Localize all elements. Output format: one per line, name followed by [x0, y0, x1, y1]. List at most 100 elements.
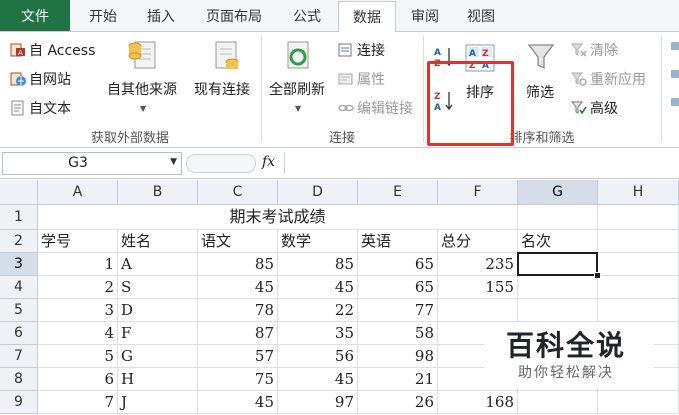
tab-insert[interactable]: 插入: [136, 0, 186, 31]
table-cell[interactable]: A: [118, 253, 198, 276]
row-header-7[interactable]: 7: [0, 345, 38, 368]
tab-home[interactable]: 开始: [78, 0, 128, 31]
row-header-1[interactable]: 1: [0, 205, 38, 230]
chevron-down-icon[interactable]: ▼: [170, 157, 177, 167]
column-header-a[interactable]: A: [38, 180, 118, 205]
from-text-button[interactable]: 自文本: [10, 98, 71, 118]
table-cell[interactable]: [598, 391, 679, 414]
table-cell[interactable]: G: [118, 345, 198, 368]
formula-input[interactable]: [284, 152, 679, 173]
name-box[interactable]: G3 ▼: [2, 152, 182, 175]
select-all-corner[interactable]: [0, 180, 38, 205]
table-cell[interactable]: [598, 299, 679, 322]
table-cell[interactable]: 155: [438, 276, 518, 299]
existing-connections-button[interactable]: 现有连接: [194, 79, 250, 99]
column-label-cell[interactable]: 数学: [278, 230, 358, 253]
column-label-cell[interactable]: 姓名: [118, 230, 198, 253]
table-cell[interactable]: 168: [438, 391, 518, 414]
table-cell[interactable]: 85: [198, 253, 278, 276]
active-cell-outline[interactable]: [517, 252, 598, 276]
column-label-cell[interactable]: 英语: [358, 230, 438, 253]
table-cell[interactable]: [598, 253, 679, 276]
table-cell[interactable]: 85: [278, 253, 358, 276]
table-cell[interactable]: S: [118, 276, 198, 299]
column-header-e[interactable]: E: [358, 180, 438, 205]
row-header-4[interactable]: 4: [0, 276, 38, 299]
table-cell[interactable]: 22: [278, 299, 358, 322]
formula-bar-splitter[interactable]: [186, 154, 256, 173]
table-cell[interactable]: 78: [198, 299, 278, 322]
table-cell[interactable]: 21: [358, 368, 438, 391]
tab-view[interactable]: 视图: [456, 0, 506, 31]
row-header-5[interactable]: 5: [0, 299, 38, 322]
table-cell[interactable]: H: [118, 368, 198, 391]
column-label-cell[interactable]: 语文: [198, 230, 278, 253]
tab-file[interactable]: 文件: [0, 0, 70, 31]
table-cell[interactable]: [518, 299, 598, 322]
table-cell[interactable]: D: [118, 299, 198, 322]
column-header-c[interactable]: C: [198, 180, 278, 205]
column-header-h[interactable]: H: [598, 180, 679, 205]
column-header-d[interactable]: D: [278, 180, 358, 205]
table-cell[interactable]: 45: [198, 276, 278, 299]
table-cell[interactable]: 3: [38, 299, 118, 322]
column-label-cell[interactable]: 学号: [38, 230, 118, 253]
fill-handle[interactable]: [594, 272, 601, 279]
row-header-9[interactable]: 9: [0, 391, 38, 414]
table-cell[interactable]: J: [118, 391, 198, 414]
tab-page-layout[interactable]: 页面布局: [194, 0, 274, 31]
table-cell[interactable]: [598, 205, 679, 230]
table-cell[interactable]: 56: [278, 345, 358, 368]
insert-function-button[interactable]: fx: [262, 154, 275, 170]
from-access-button[interactable]: A 自 Access: [10, 40, 95, 60]
filter-button[interactable]: 筛选: [526, 82, 554, 102]
table-cell[interactable]: 45: [278, 276, 358, 299]
column-label-cell[interactable]: 名次: [518, 230, 598, 253]
column-label-cell[interactable]: [598, 230, 679, 253]
advanced-filter-button[interactable]: 高级: [570, 98, 618, 118]
properties-button[interactable]: 属性: [338, 69, 385, 89]
table-cell[interactable]: 65: [358, 253, 438, 276]
table-cell[interactable]: 26: [358, 391, 438, 414]
tab-review[interactable]: 审阅: [400, 0, 450, 31]
edit-links-button[interactable]: 编辑链接: [338, 98, 413, 118]
table-cell[interactable]: 98: [358, 345, 438, 368]
row-header-2[interactable]: 2: [0, 230, 38, 253]
reapply-button[interactable]: 重新应用: [570, 69, 646, 89]
table-cell[interactable]: 45: [198, 391, 278, 414]
table-cell[interactable]: 77: [358, 299, 438, 322]
table-cell[interactable]: 1: [38, 253, 118, 276]
table-cell[interactable]: 35: [278, 322, 358, 345]
table-cell[interactable]: 45: [278, 368, 358, 391]
table-cell[interactable]: [598, 276, 679, 299]
row-header-8[interactable]: 8: [0, 368, 38, 391]
refresh-all-button[interactable]: 全部刷新: [269, 79, 325, 99]
table-cell[interactable]: 65: [358, 276, 438, 299]
clear-filter-button[interactable]: 清除: [570, 40, 618, 60]
table-cell[interactable]: 2: [38, 276, 118, 299]
from-web-button[interactable]: 自网站: [10, 69, 71, 89]
column-header-b[interactable]: B: [118, 180, 198, 205]
tab-formulas[interactable]: 公式: [282, 0, 332, 31]
column-header-g[interactable]: G: [518, 180, 598, 205]
table-cell[interactable]: [438, 299, 518, 322]
table-cell[interactable]: F: [118, 322, 198, 345]
connections-button[interactable]: 连接: [338, 40, 385, 60]
table-cell[interactable]: [518, 276, 598, 299]
sheet-title-cell[interactable]: 期末考试成绩: [38, 205, 518, 230]
table-cell[interactable]: [518, 391, 598, 414]
from-other-sources-button[interactable]: 自其他来源: [107, 79, 177, 99]
table-cell[interactable]: 7: [38, 391, 118, 414]
row-header-3[interactable]: 3: [0, 253, 38, 276]
column-header-f[interactable]: F: [438, 180, 518, 205]
table-cell[interactable]: 4: [38, 322, 118, 345]
table-cell[interactable]: 97: [278, 391, 358, 414]
table-cell[interactable]: 235: [438, 253, 518, 276]
table-cell[interactable]: 87: [198, 322, 278, 345]
table-cell[interactable]: 58: [358, 322, 438, 345]
table-cell[interactable]: [518, 205, 598, 230]
table-cell[interactable]: 5: [38, 345, 118, 368]
table-cell[interactable]: 75: [198, 368, 278, 391]
table-cell[interactable]: 57: [198, 345, 278, 368]
table-cell[interactable]: 6: [38, 368, 118, 391]
